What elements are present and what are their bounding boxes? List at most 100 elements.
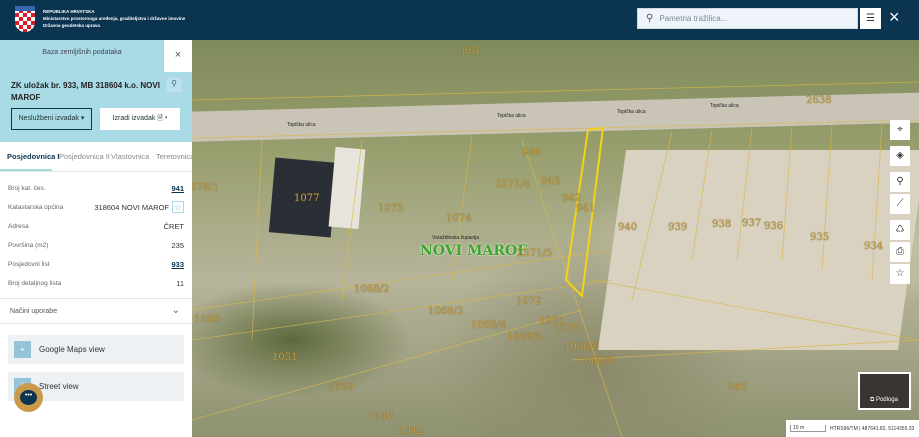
coordinates-readout: HTRS96/TM | 487641.82, 5114355.33 (830, 425, 915, 432)
basemap-switcher[interactable]: ⧉ Podloga (858, 372, 911, 410)
street-label: Topička ulica (617, 109, 646, 115)
google-maps-label: Google Maps view (39, 345, 105, 354)
row-label: Površina (m2) (8, 241, 49, 249)
tab-posjedovnica-1[interactable]: Posjedovnica I (0, 142, 60, 171)
tabs: Posjedovnica I Posjedovnica II Vlastovni… (0, 142, 194, 172)
row-value: 11 (176, 278, 184, 288)
chevron-down-icon: ⌄ (171, 305, 180, 316)
map-pin-icon: ⌖ (14, 341, 31, 358)
ruler-icon[interactable]: ⟋ (890, 194, 910, 214)
parcel-label: 938 (712, 219, 732, 230)
close-icon[interactable]: × (889, 7, 900, 28)
row-label: Adresa (8, 222, 29, 230)
row-label: Broj detaljnog lista (8, 279, 62, 287)
zoom-to-icon[interactable]: ⚲ (167, 78, 181, 92)
parcel-label: 1043 (368, 411, 394, 422)
county-label: Varaždinska županija (432, 235, 480, 241)
scale-bar: 10 m HTRS96/TM | 487641.82, 5114355.33 (786, 420, 919, 437)
location-pin-icon[interactable]: ⌖ (890, 120, 910, 140)
table-row: Adresa ČRET (0, 218, 192, 234)
croatia-coat-of-arms-logo (15, 6, 35, 32)
map-toolbar: ⌖ ◈ ⚲ ⟋ ♺ ⎙ ☆ (890, 120, 910, 286)
print-icon[interactable]: ⎙ (890, 242, 910, 262)
ownership-sheet-link[interactable]: 933 (171, 260, 184, 269)
top-bar: REPUBLIKA HRVATSKA Ministarstvo prostorn… (0, 0, 919, 40)
search-placeholder: Pametna tražilica... (659, 14, 728, 23)
layers-icon[interactable]: ◈ (890, 146, 910, 166)
usage-accordion[interactable]: Načini uporabe ⌄ (0, 298, 192, 324)
parcel-label: 934 (864, 241, 884, 252)
search-filter-button[interactable]: ☰ (860, 8, 881, 29)
tab-posjedovnica-2[interactable]: Posjedovnica II (52, 142, 110, 171)
row-label: Broj kat. čes. (8, 184, 46, 192)
parcel-number-link[interactable]: 941 (171, 184, 184, 193)
parcel-label: 2571/5 (517, 248, 553, 259)
parcel-label: 2571/4 (495, 179, 531, 190)
search-icon: ⚲ (646, 13, 654, 24)
parcel-label: 1068/3 (428, 306, 464, 317)
organization-name: REPUBLIKA HRVATSKA Ministarstvo prostorn… (43, 8, 185, 29)
parcel-label: 1068/6 (564, 342, 600, 353)
parcel-label: 939 (668, 222, 688, 233)
scale-label: 10 m (790, 425, 826, 432)
basemap-label: Podloga (875, 397, 898, 403)
street-label: Topička ulica (710, 103, 739, 109)
table-row: Broj kat. čes. 941 (0, 180, 192, 196)
zoom-search-icon[interactable]: ⚲ (890, 172, 910, 192)
close-panel-button[interactable]: × (164, 40, 192, 72)
usage-label: Načini uporabe (10, 308, 58, 315)
side-panel: Baza zemljišnih podataka × ZK uložak br.… (0, 40, 194, 437)
parcel-label: 1074 (446, 213, 472, 224)
row-label: Katastarska općina (8, 203, 64, 211)
parcel-label: 1068/4 (471, 320, 507, 331)
tab-teretovnica[interactable]: Teretovnica (149, 142, 194, 171)
org-line-2: Ministarstvo prostornoga uređenja, gradi… (43, 16, 186, 21)
recycle-icon[interactable]: ♺ (890, 220, 910, 240)
parcel-label: 1077 (294, 193, 320, 204)
parcel-label: 945 (728, 382, 748, 393)
parcel-label: 2638 (806, 95, 832, 106)
tab-vlastovnica[interactable]: Vlastovnica (104, 142, 149, 171)
row-value: 318604 NOVI MAROF (94, 203, 169, 212)
street-view-label: Street view (39, 382, 79, 391)
parcel-details: Broj kat. čes. 941 Katastarska općina 3186… (0, 180, 192, 294)
map-canvas[interactable]: Topička ulica Topička ulica Topička ulic… (192, 40, 919, 437)
create-extract-button[interactable]: Izradi izvadak 🗎 ▾ (100, 108, 180, 130)
table-row: Katastarska općina 318604 NOVI MAROF ☆ (0, 199, 192, 215)
smart-search-input[interactable]: ⚲ Pametna tražilica... (637, 8, 858, 29)
unofficial-extract-button[interactable]: Neslužbeni izvadak ▾ (11, 108, 92, 130)
town-label: NOVI MAROF (420, 243, 528, 259)
parcel-label: 861 (462, 46, 482, 57)
chat-button[interactable]: ••• (14, 383, 43, 412)
row-label: Posjedovni list (8, 260, 50, 268)
street-label: Topička ulica (287, 122, 316, 128)
parcel-label: 1060 (194, 314, 220, 325)
panel-title: Baza zemljišnih podataka (42, 49, 122, 56)
chat-icon: ••• (20, 390, 37, 405)
parcel-label: 1042 (398, 426, 424, 437)
parcel-label: 936 (764, 221, 784, 232)
parcel-label: 078/1 (192, 182, 219, 193)
table-row: Broj detaljnog lista 11 (0, 275, 192, 291)
parcel-label: 944 (522, 147, 542, 158)
parcel-label: 937 (742, 218, 762, 229)
parcel-label: 935 (810, 232, 830, 243)
parcel-label: 1068/9 (578, 356, 614, 367)
parcel-label: 1075 (378, 203, 404, 214)
parcel-label: 1072 (516, 296, 542, 307)
star-icon[interactable]: ☆ (172, 201, 184, 213)
star-icon[interactable]: ☆ (890, 264, 910, 284)
google-maps-view-button[interactable]: ⌖ Google Maps view (8, 335, 184, 364)
parcel-label: 1050 (328, 382, 354, 393)
sliders-icon: ☰ (866, 13, 875, 24)
parcel-label: 940 (618, 222, 638, 233)
parcel-label: 1068/5 (507, 332, 543, 343)
panel-header: Baza zemljišnih podataka × ZK uložak br.… (0, 40, 192, 142)
row-value: 235 (171, 240, 184, 250)
parcel-label: 1068/2 (354, 284, 390, 295)
parcel-label: 941 (576, 203, 596, 214)
street-label: Topička ulica (497, 113, 526, 119)
parcel-label: 1070 (554, 323, 580, 334)
org-line-3: Državna geodetska uprava (43, 23, 101, 28)
row-value: ČRET (163, 221, 184, 231)
